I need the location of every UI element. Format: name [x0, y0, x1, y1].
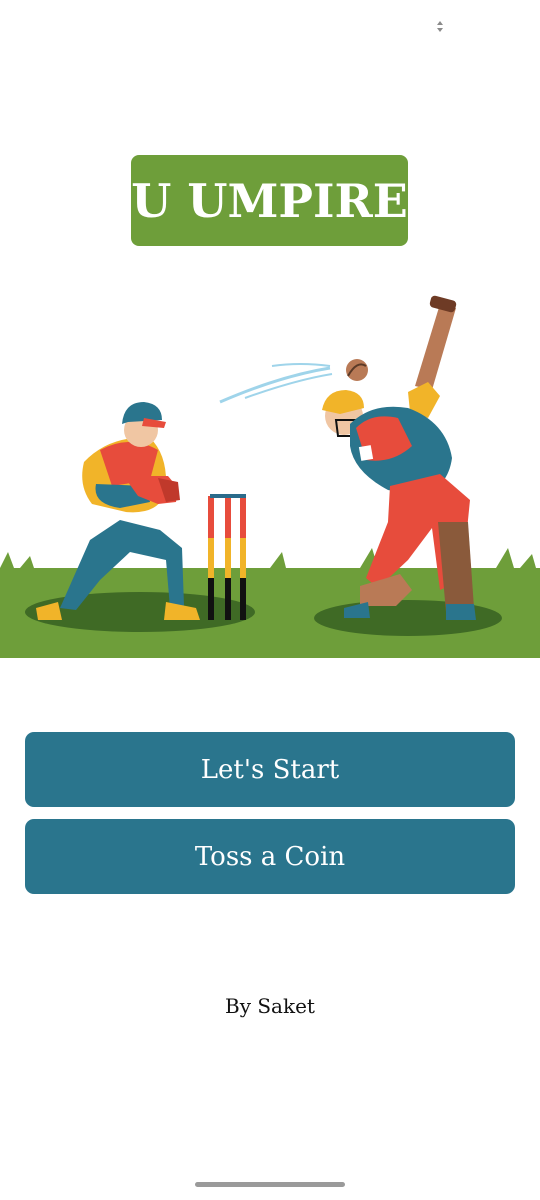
app-screen: U UMPIRE Let's Start Toss a Coin By Sake… — [0, 0, 540, 1200]
author-credit: By Saket — [225, 994, 315, 1018]
app-title-badge: U UMPIRE — [131, 155, 408, 246]
sort-indicator-icon — [437, 21, 443, 32]
start-button[interactable]: Let's Start — [25, 732, 515, 807]
start-button-label: Let's Start — [200, 754, 340, 785]
app-title: U UMPIRE — [131, 173, 408, 228]
home-gesture-bar[interactable] — [195, 1182, 345, 1187]
stumps-icon — [208, 494, 246, 620]
toss-coin-button-label: Toss a Coin — [194, 841, 346, 872]
cricket-illustration — [0, 295, 540, 658]
toss-coin-button[interactable]: Toss a Coin — [25, 819, 515, 894]
